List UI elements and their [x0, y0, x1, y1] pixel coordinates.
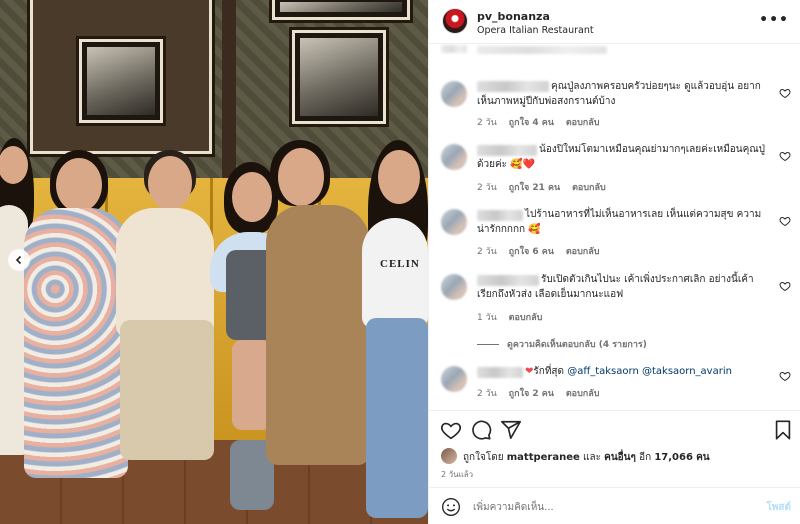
- mention-link[interactable]: @aff_taksaorn: [567, 366, 639, 377]
- liker-avatar[interactable]: [441, 448, 457, 464]
- comment-emoji: 🥰❤️: [510, 159, 536, 170]
- comment-likes[interactable]: ถูกใจ 2 คน: [509, 389, 554, 399]
- likes-and: และ: [583, 452, 601, 463]
- heart-icon[interactable]: [779, 370, 791, 382]
- action-bar: [429, 410, 800, 446]
- commenter-avatar[interactable]: [441, 366, 467, 392]
- picture-frame-left: [79, 39, 163, 123]
- comment-emoji: 🥰: [528, 224, 541, 235]
- view-replies-button[interactable]: ดูความคิดเห็นตอบกลับ (4 รายการ): [477, 337, 647, 351]
- commenter-avatar[interactable]: [441, 144, 467, 170]
- comment-likes[interactable]: ถูกใจ 6 คน: [509, 247, 554, 257]
- reply-button[interactable]: ตอบกลับ: [566, 118, 600, 128]
- post-comment-button[interactable]: โพสต์: [766, 500, 791, 515]
- author-avatar[interactable]: [442, 8, 468, 34]
- reply-button[interactable]: ตอบกลับ: [572, 183, 606, 193]
- carousel-prev-icon: [15, 255, 22, 265]
- likes-summary[interactable]: ถูกใจโดย mattperanee และ คนอื่นๆ อีก 17,…: [441, 448, 791, 466]
- picture-frame-top: [272, 0, 410, 20]
- comment-likes[interactable]: ถูกใจ 21 คน: [509, 183, 561, 193]
- comment-time[interactable]: 2 วัน: [477, 118, 497, 128]
- heart-icon[interactable]: [779, 280, 791, 292]
- tshirt-text: CELIN: [380, 258, 420, 270]
- carousel-prev-button[interactable]: [8, 249, 30, 271]
- post-side-panel: pv_bonanza Opera Italian Restaurant ••• …: [428, 0, 800, 524]
- comment-text: รับเปิดตัวเกินไปนะ เค้าเพิ่งประกาศเลิก อ…: [477, 274, 754, 300]
- likes-unit: คน: [696, 452, 710, 463]
- comment-likes[interactable]: ถูกใจ 4 คน: [509, 118, 554, 128]
- post-photo[interactable]: CELIN: [0, 0, 428, 524]
- mention-link[interactable]: @taksaorn_avarin: [642, 366, 732, 377]
- commenter-avatar[interactable]: [441, 274, 467, 300]
- picture-frame-right: [292, 30, 386, 124]
- post-header: pv_bonanza Opera Italian Restaurant •••: [429, 0, 800, 44]
- likes-more: อีก: [639, 452, 652, 463]
- emoji-icon[interactable]: [441, 497, 461, 517]
- comment-time[interactable]: 2 วัน: [477, 247, 497, 257]
- heart-icon[interactable]: [779, 215, 791, 227]
- reply-button[interactable]: ตอบกลับ: [566, 389, 600, 399]
- add-comment-input[interactable]: เพิ่มความคิดเห็น...: [473, 500, 554, 515]
- comment-text: คุณปู่ลงภาพครอบครัวบ่อยๆนะ ดูแล้วอบอุ่น …: [477, 81, 761, 107]
- heart-icon[interactable]: [779, 150, 791, 162]
- commenter-avatar[interactable]: [441, 81, 467, 107]
- comment-text: รักที่สุด: [533, 366, 565, 377]
- likes-count[interactable]: 17,066: [654, 452, 693, 463]
- post-date[interactable]: 2 วันแล้ว: [441, 468, 473, 481]
- author-username[interactable]: pv_bonanza: [477, 10, 550, 23]
- post-location[interactable]: Opera Italian Restaurant: [477, 25, 594, 36]
- comment-text: ไปร้านอาหารที่ไม่เห็นอาหารเลย เห็นแต่ควา…: [477, 209, 762, 235]
- share-icon[interactable]: [500, 419, 522, 441]
- bookmark-icon[interactable]: [772, 419, 794, 441]
- add-comment-bar: เพิ่มความคิดเห็น... โพสต์: [429, 487, 800, 524]
- comment-time[interactable]: 2 วัน: [477, 389, 497, 399]
- like-heart-icon[interactable]: [440, 419, 462, 441]
- likes-others-link[interactable]: คนอื่นๆ: [604, 452, 636, 463]
- comment-icon[interactable]: [470, 419, 492, 441]
- more-options-icon[interactable]: •••: [759, 12, 789, 28]
- heart-icon[interactable]: [779, 87, 791, 99]
- comments-list[interactable]: คุณปู่ลงภาพครอบครัวบ่อยๆนะ ดูแล้วอบอุ่น …: [429, 44, 800, 410]
- reply-button[interactable]: ตอบกลับ: [509, 313, 543, 323]
- comment-time[interactable]: 2 วัน: [477, 183, 497, 193]
- picture-frame-left-outer: [30, 0, 212, 154]
- liker-username[interactable]: mattperanee: [507, 452, 580, 463]
- comment-time[interactable]: 1 วัน: [477, 313, 497, 323]
- commenter-avatar[interactable]: [441, 209, 467, 235]
- reply-button[interactable]: ตอบกลับ: [566, 247, 600, 257]
- likes-prefix: ถูกใจโดย: [463, 452, 504, 463]
